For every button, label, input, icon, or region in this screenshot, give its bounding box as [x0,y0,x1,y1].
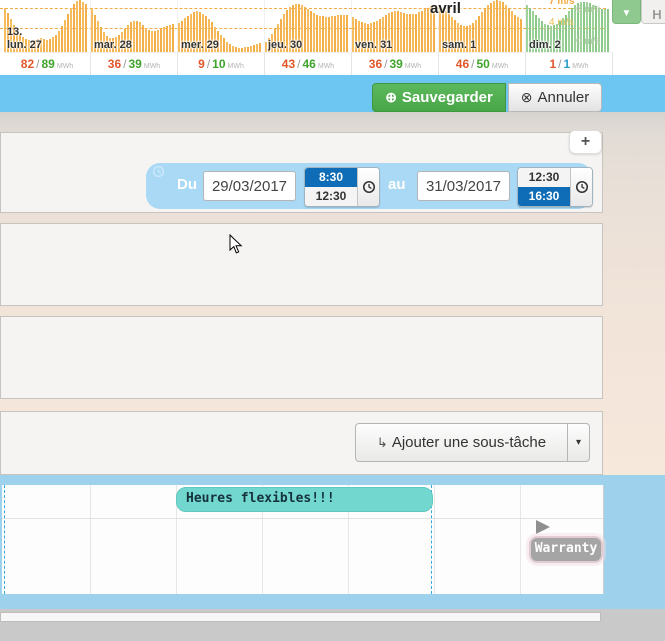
gantt-task-bar[interactable]: Heures flexibles!!! [176,487,433,512]
add-subtask-dropdown-button[interactable]: ▾ [567,423,590,462]
date-range-pill: Du 8:30 12:30 au 12:30 16:30 [146,163,592,209]
add-period-button[interactable]: + [569,130,602,154]
day-energy-value: 82/89MWh [4,53,91,76]
day-energy-value: 36/39MWh [352,53,439,76]
day-energy-value: 1/1MWh [526,53,613,76]
forecast-chart-days: 13.lun. 27 mar. 28 mer. 29 jeu. 30 ven. 31 sa… [4,0,610,52]
to-label: au [388,176,406,193]
empty-panel [0,316,603,399]
end-date-input[interactable] [417,171,510,201]
start-time-option-top[interactable]: 8:30 [305,168,357,187]
day-label: sam. 1 [442,39,476,51]
wind-axis-label: 4 m/s [549,17,573,28]
week-number-label: 13. [7,26,22,38]
day-energy-value: 36/39MWh [91,53,178,76]
chevron-down-icon: ▼ [622,8,632,19]
day-label: dim. 2 [529,39,561,51]
footer-strip [0,612,601,622]
day-column: mer. 29 [177,0,264,52]
day-label: lun. 27 [7,39,42,51]
cancel-button[interactable]: ⊗Annuler [508,83,602,112]
day-energy-value: 43/46MWh [265,53,352,76]
gantt-column-line [520,485,521,594]
clock-icon [575,180,589,194]
from-label: Du [177,176,197,193]
day-label: jeu. 30 [268,39,302,51]
start-time-option-bottom[interactable]: 12:30 [305,187,357,206]
day-label: ven. 31 [355,39,392,51]
day-column: mar. 28 [90,0,177,52]
clock-icon [362,180,376,194]
day-label: mer. 29 [181,39,219,51]
wind-axis-label: 6 m/s [576,4,600,15]
plus-icon: + [581,133,590,150]
gantt-row-divider [2,518,603,519]
milestone-arrow-icon [536,520,550,534]
forecast-values-row: 82/89MWh36/39MWh9/10MWh43/46MWh36/39MWh4… [4,52,613,76]
month-label: avril [430,0,461,17]
add-subtask-button[interactable]: ↳Ajouter une sous-tâche [355,423,568,462]
start-time-picker: 8:30 12:30 [304,167,380,207]
start-time-clock-button[interactable] [357,168,379,206]
day-energy-value: 9/10MWh [178,53,265,76]
clock-icon [152,165,165,183]
gantt-section: Heures flexibles!!! Warranty [0,475,665,609]
end-time-clock-button[interactable] [570,168,592,206]
chart-dropdown-button[interactable]: ▼ [612,0,641,24]
gantt-selection-guide-left [4,485,5,594]
level-down-icon: ↳ [377,435,388,450]
end-time-picker: 12:30 16:30 [517,167,593,207]
forecast-chart: 13.lun. 27 mar. 28 mer. 29 jeu. 30 ven. 31 sa… [0,0,610,52]
day-energy-value: 46/50MWh [439,53,526,76]
gantt-column-line [90,485,91,594]
day-column: 13.lun. 27 [4,0,90,52]
header-h-button[interactable]: H [641,0,665,24]
forecast-panel: 13.lun. 27 mar. 28 mer. 29 jeu. 30 ven. 31 sa… [0,0,665,75]
end-time-option-bottom[interactable]: 16:30 [518,187,570,206]
cancel-circle-icon: ⊗ [521,89,533,105]
gantt-grid: Heures flexibles!!! Warranty [2,485,604,594]
save-button[interactable]: ⊕Sauvegarder [372,83,506,112]
day-column: jeu. 30 [264,0,351,52]
empty-panel [0,223,603,306]
caret-down-icon: ▾ [576,437,581,448]
wind-axis-label: 7 m/s [549,0,575,7]
start-date-input[interactable] [203,171,296,201]
day-column: ven. 31 [351,0,438,52]
gantt-column-line [434,485,435,594]
gantt-milestone-label[interactable]: Warranty [529,536,603,563]
mouse-cursor [229,234,243,259]
end-time-option-top[interactable]: 12:30 [518,168,570,187]
wind-axis-label: 0 m/s [576,36,600,47]
action-bar: ⊕Sauvegarder ⊗Annuler [0,75,665,112]
save-circle-icon: ⊕ [385,89,397,105]
day-label: mar. 28 [94,39,132,51]
